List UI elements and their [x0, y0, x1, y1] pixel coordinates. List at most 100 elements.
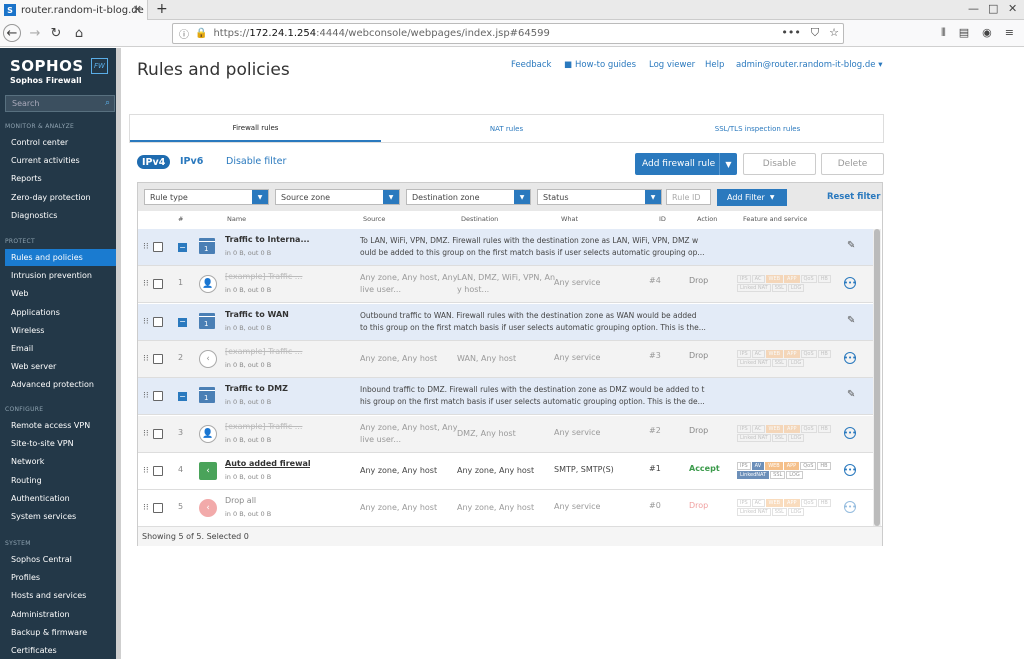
- drag-handle-icon[interactable]: ⁝⁝: [143, 391, 149, 401]
- sidebar-item-rules-and-policies[interactable]: Rules and policies: [5, 249, 117, 266]
- rule-row[interactable]: ⁝⁝ 1 👤 [example] Traffic ... in 0 B, out 0 B…: [138, 266, 873, 304]
- tab-nat-rules[interactable]: NAT rules: [381, 115, 632, 142]
- sidebar-item-remote-access-vpn[interactable]: Remote access VPN: [5, 417, 117, 434]
- reload-icon[interactable]: ↻: [47, 24, 65, 42]
- rule-row[interactable]: ⁝⁝ 2 ‹ [example] Traffic ... in 0 B, out 0 B…: [138, 340, 873, 378]
- window-close-icon[interactable]: ✕: [1008, 2, 1017, 15]
- home-icon[interactable]: ⌂: [70, 24, 88, 42]
- info-icon[interactable]: ⓘ: [179, 26, 189, 41]
- grid-scrollbar[interactable]: [873, 229, 881, 526]
- library-icon[interactable]: ⫴: [941, 26, 946, 40]
- edit-pencil-icon[interactable]: ✎: [847, 240, 855, 251]
- collapse-group-icon[interactable]: −: [178, 317, 187, 327]
- sidebar-item-site-to-site-vpn[interactable]: Site-to-site VPN: [5, 435, 117, 452]
- sidebar-item-authentication[interactable]: Authentication: [5, 490, 117, 507]
- back-icon[interactable]: ←: [3, 24, 21, 42]
- forward-icon[interactable]: →: [26, 24, 44, 42]
- sidebar-item-profiles[interactable]: Profiles: [5, 569, 117, 586]
- drag-handle-icon[interactable]: ⁝⁝: [143, 503, 149, 513]
- row-checkbox[interactable]: [153, 279, 163, 290]
- sidebar-item-system-services[interactable]: System services: [5, 508, 117, 525]
- rule-name[interactable]: [example] Traffic ...: [225, 422, 310, 431]
- bookmark-star-icon[interactable]: ☆: [829, 26, 839, 40]
- sidebar-item-control-center[interactable]: Control center: [5, 134, 117, 151]
- lock-warning-icon[interactable]: 🔒: [195, 28, 207, 39]
- destination-zone-select[interactable]: Destination zone ▼: [406, 189, 531, 205]
- status-select[interactable]: Status ▼: [537, 189, 662, 205]
- drag-handle-icon[interactable]: ⁝⁝: [143, 279, 149, 289]
- sidebar-item-intrusion-prevention[interactable]: Intrusion prevention: [5, 267, 117, 284]
- drag-handle-icon[interactable]: ⁝⁝: [143, 242, 149, 252]
- drag-handle-icon[interactable]: ⁝⁝: [143, 317, 149, 327]
- sidebar-item-advanced-protection[interactable]: Advanced protection: [5, 376, 117, 393]
- rule-name[interactable]: Drop all: [225, 496, 310, 505]
- collapse-group-icon[interactable]: −: [178, 392, 187, 402]
- more-options-icon[interactable]: •••: [844, 426, 856, 439]
- close-tab-icon[interactable]: ✕: [133, 3, 142, 16]
- sidebar-item-network[interactable]: Network: [5, 453, 117, 470]
- row-checkbox[interactable]: [153, 428, 163, 439]
- drag-handle-icon[interactable]: ⁝⁝: [143, 354, 149, 364]
- sidebar-scrollbar[interactable]: [116, 48, 121, 659]
- sidebar-item-web-server[interactable]: Web server: [5, 358, 117, 375]
- sidebar-item-routing[interactable]: Routing: [5, 472, 117, 489]
- row-checkbox[interactable]: [153, 465, 163, 476]
- more-options-icon[interactable]: •••: [844, 351, 856, 364]
- sidebar-item-zero-day-protection[interactable]: Zero-day protection: [5, 189, 117, 206]
- sidebar-item-administration[interactable]: Administration: [5, 606, 117, 623]
- collapse-group-icon[interactable]: −: [178, 243, 187, 252]
- sidebar-item-email[interactable]: Email: [5, 340, 117, 357]
- disable-filter-link[interactable]: Disable filter: [226, 156, 286, 167]
- chevron-down-icon[interactable]: ▼: [719, 153, 737, 175]
- row-checkbox[interactable]: [153, 391, 163, 402]
- rule-name[interactable]: Traffic to DMZ: [225, 384, 310, 393]
- menu-icon[interactable]: ≡: [1005, 26, 1014, 40]
- reset-filter-link[interactable]: Reset filter: [827, 192, 880, 202]
- more-options-icon[interactable]: •••: [844, 277, 856, 290]
- row-checkbox[interactable]: [153, 503, 163, 514]
- rule-row[interactable]: ⁝⁝ 3 👤 [example] Traffic ... in 0 B, out 0 B…: [138, 415, 873, 453]
- sidebar-item-current-activities[interactable]: Current activities: [5, 152, 117, 169]
- rule-name[interactable]: [example] Traffic ...: [225, 347, 310, 356]
- maximize-icon[interactable]: □: [988, 2, 998, 15]
- more-options-icon[interactable]: •••: [844, 463, 856, 476]
- page-actions-icon[interactable]: •••: [781, 26, 800, 40]
- rule-name[interactable]: Traffic to Interna...: [225, 235, 310, 244]
- grid-scrollbar-thumb[interactable]: [874, 229, 880, 526]
- rule-row[interactable]: ⁝⁝ 5 ‹ Drop all in 0 B, out 0 B Any zone, Any…: [138, 490, 873, 528]
- edit-pencil-icon[interactable]: ✎: [847, 389, 855, 400]
- sidebar-item-diagnostics[interactable]: Diagnostics: [5, 207, 117, 224]
- search-icon[interactable]: ⌕: [105, 98, 110, 108]
- browser-tab[interactable]: S router.random-it-blog.de ✕: [0, 0, 148, 20]
- ipv4-toggle[interactable]: IPv4: [137, 155, 171, 169]
- rule-id-input[interactable]: Rule ID: [666, 189, 711, 205]
- sidebar-item-backup-firmware[interactable]: Backup & firmware: [5, 624, 117, 641]
- rule-group-row[interactable]: ⁝⁝ − 1 Traffic to WAN in 0 B, out 0 B Outboun…: [138, 303, 873, 341]
- sidebar-toggle-icon[interactable]: ▤: [959, 26, 969, 40]
- add-filter-button[interactable]: Add Filter ▼: [717, 189, 787, 206]
- rule-name[interactable]: Traffic to WAN: [225, 310, 310, 319]
- rule-name[interactable]: [example] Traffic ...: [225, 272, 310, 281]
- rule-row[interactable]: ⁝⁝ 4 ‹ Auto added firewal... in 0 B, out 0 B…: [138, 452, 873, 490]
- minimize-icon[interactable]: —: [968, 2, 979, 15]
- url-bar[interactable]: ⓘ 🔒 https:// 172.24.1.254 :4444/webconso…: [172, 23, 844, 44]
- tab-ssl-tls-rules[interactable]: SSL/TLS inspection rules: [632, 115, 883, 142]
- row-checkbox[interactable]: [153, 242, 163, 252]
- feedback-link[interactable]: Feedback: [511, 60, 551, 70]
- disable-button[interactable]: Disable: [743, 153, 816, 175]
- pocket-icon[interactable]: ⛉: [811, 26, 819, 40]
- add-firewall-rule-button[interactable]: Add firewall rule ▼: [635, 153, 737, 175]
- drag-handle-icon[interactable]: ⁝⁝: [143, 466, 149, 476]
- extension-icon[interactable]: ◉: [982, 26, 992, 40]
- sidebar-item-wireless[interactable]: Wireless: [5, 322, 117, 339]
- more-options-icon[interactable]: •••: [844, 501, 856, 514]
- sidebar-item-hosts-and-services[interactable]: Hosts and services: [5, 587, 117, 604]
- row-checkbox[interactable]: [153, 316, 163, 327]
- row-checkbox[interactable]: [153, 353, 163, 364]
- new-tab-icon[interactable]: +: [156, 1, 168, 17]
- how-to-guides-link[interactable]: ■ How-to guides: [564, 60, 636, 70]
- help-link[interactable]: Help: [705, 60, 724, 70]
- sidebar-item-sophos-central[interactable]: Sophos Central: [5, 551, 117, 568]
- sidebar-item-certificates[interactable]: Certificates: [5, 642, 117, 659]
- log-viewer-link[interactable]: Log viewer: [649, 60, 695, 70]
